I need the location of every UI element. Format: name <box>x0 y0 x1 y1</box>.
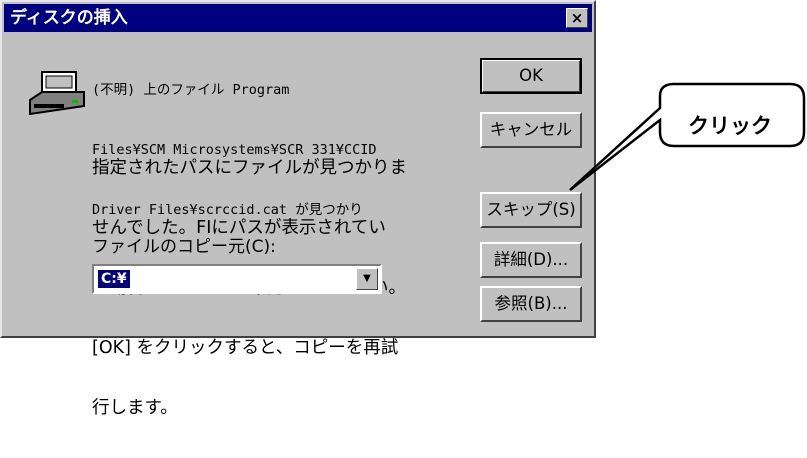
dialog-title: ディスクの挿入 <box>10 8 128 28</box>
callout-label: クリック <box>688 114 772 138</box>
chevron-down-icon[interactable]: ▼ <box>356 268 378 290</box>
message-line: (不明) 上のファイル Program <box>92 82 290 98</box>
dialog-titlebar: ディスクの挿入 × <box>4 4 592 32</box>
instruction-line: 行します。 <box>92 398 178 418</box>
details-button[interactable]: 詳細(D)... <box>480 242 582 278</box>
instruction-line: 指定されたパスにファイルが見つかりま <box>92 158 407 178</box>
cancel-button[interactable]: キャンセル <box>480 112 582 148</box>
insert-disk-dialog: ディスクの挿入 × (不明) 上のファイル Program Files¥SCM … <box>0 0 596 418</box>
browse-button[interactable]: 参照(B)... <box>480 286 582 322</box>
disk-drive-icon <box>29 71 85 116</box>
close-button[interactable]: × <box>566 8 588 28</box>
copy-from-value[interactable]: C:¥ <box>98 270 130 288</box>
ok-button[interactable]: OK <box>480 58 582 94</box>
copy-from-label: ファイルのコピー元(C): <box>92 237 276 257</box>
copy-from-combobox[interactable]: C:¥ ▼ <box>92 264 382 294</box>
instruction-line: [OK] をクリックすると、コピーを再試 <box>92 338 399 358</box>
skip-button[interactable]: スキップ(S) <box>480 192 582 228</box>
